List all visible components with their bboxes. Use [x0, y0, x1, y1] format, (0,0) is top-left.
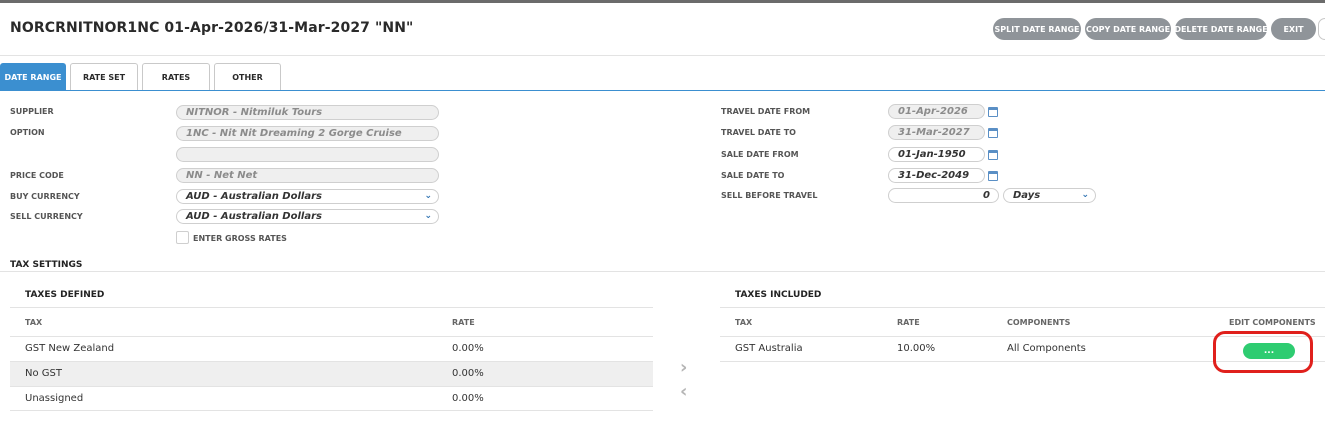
buy-currency-select[interactable]: AUD - Australian Dollars ⌄ [176, 189, 439, 204]
sell-before-travel-input[interactable]: 0 [888, 188, 999, 203]
tab-rate-set[interactable]: RATE SET [70, 63, 138, 91]
header-divider [0, 55, 1325, 56]
sell-currency-select[interactable]: AUD - Australian Dollars ⌄ [176, 209, 439, 224]
tax-name: GST Australia [735, 343, 803, 354]
taxes-defined-rate-header: RATE [452, 318, 475, 327]
calendar-icon[interactable] [988, 171, 998, 181]
sale-date-from-label: SALE DATE FROM [721, 150, 799, 159]
calendar-icon[interactable] [988, 150, 998, 160]
tax-name: GST New Zealand [25, 343, 115, 354]
enter-gross-rates-checkbox[interactable] [176, 231, 189, 244]
row-divider [10, 386, 653, 387]
option-field: 1NC - Nit Nit Dreaming 2 Gorge Cruise [176, 126, 439, 141]
taxes-included-edit-header: EDIT COMPONENTS [1229, 318, 1316, 327]
chevron-down-icon: ⌄ [424, 211, 432, 221]
row-divider [10, 410, 653, 411]
taxes-included-divider [720, 307, 1325, 308]
page-title: NORCRNITNOR1NC 01-Apr-2026/31-Mar-2027 "… [10, 20, 414, 36]
tab-rates[interactable]: RATES [142, 63, 210, 91]
toolbar-overflow-button[interactable] [1318, 18, 1325, 40]
calendar-icon[interactable] [988, 128, 998, 138]
chevron-down-icon: ⌄ [424, 191, 432, 201]
split-date-range-button[interactable]: SPLIT DATE RANGE [993, 18, 1081, 40]
sale-date-to-label: SALE DATE TO [721, 171, 785, 180]
enter-gross-rates-label: ENTER GROSS RATES [193, 234, 287, 243]
taxes-included-components-header: COMPONENTS [1007, 318, 1071, 327]
sale-date-from-input[interactable]: 01-Jan-1950 [888, 147, 985, 162]
sell-currency-value: AUD - Australian Dollars [186, 211, 322, 222]
sell-before-travel-label: SELL BEFORE TRAVEL [721, 191, 818, 200]
taxes-included-rate-header: RATE [897, 318, 920, 327]
tab-other[interactable]: OTHER [214, 63, 281, 91]
red-highlight-annotation [1213, 331, 1313, 373]
buy-currency-label: BUY CURRENCY [10, 192, 80, 201]
sell-before-unit-select[interactable]: Days ⌄ [1003, 188, 1096, 203]
buy-currency-value: AUD - Australian Dollars [186, 191, 322, 202]
tax-rate: 10.00% [897, 343, 936, 354]
exit-button[interactable]: EXIT [1271, 18, 1316, 40]
calendar-icon[interactable] [988, 107, 998, 117]
sell-currency-label: SELL CURRENCY [10, 212, 83, 221]
sell-before-unit-value: Days [1013, 190, 1041, 201]
top-strip [0, 0, 1325, 3]
price-code-label: PRICE CODE [10, 171, 64, 180]
delete-date-range-button[interactable]: DELETE DATE RANGE [1174, 18, 1268, 40]
tax-components: All Components [1007, 343, 1086, 354]
tax-settings-title: TAX SETTINGS [10, 260, 83, 270]
option-extra-field [176, 147, 439, 162]
taxes-defined-tax-header: TAX [25, 318, 43, 327]
tax-name: No GST [25, 368, 62, 379]
price-code-field: NN - Net Net [176, 168, 439, 183]
sale-date-to-input[interactable]: 31-Dec-2049 [888, 168, 985, 183]
toolbar: SPLIT DATE RANGE COPY DATE RANGE DELETE … [993, 18, 1316, 40]
chevron-down-icon: ⌄ [1081, 190, 1089, 200]
taxes-defined-header-divider [10, 336, 653, 337]
tax-settings-divider [0, 271, 1325, 272]
travel-date-from-field: 01-Apr-2026 [888, 104, 985, 119]
copy-date-range-button[interactable]: COPY DATE RANGE [1085, 18, 1171, 40]
taxes-included-tax-header: TAX [735, 318, 753, 327]
table-row[interactable] [10, 362, 653, 386]
taxes-included-title: TAXES INCLUDED [735, 290, 822, 300]
supplier-label: SUPPLIER [10, 107, 54, 116]
tab-underline [0, 90, 1325, 91]
tax-rate: 0.00% [452, 393, 484, 404]
tax-rate: 0.00% [452, 368, 484, 379]
taxes-defined-title: TAXES DEFINED [25, 290, 105, 300]
travel-date-to-field: 31-Mar-2027 [888, 125, 985, 140]
chevron-right-icon[interactable]: › [680, 357, 687, 378]
tax-rate: 0.00% [452, 343, 484, 354]
travel-date-to-label: TRAVEL DATE TO [721, 128, 796, 137]
tax-name: Unassigned [25, 393, 84, 404]
supplier-field: NITNOR - Nitmiluk Tours [176, 105, 439, 120]
tab-date-range[interactable]: DATE RANGE [0, 63, 66, 91]
option-label: OPTION [10, 128, 45, 137]
chevron-left-icon[interactable]: ‹ [680, 381, 687, 402]
tab-bar: DATE RANGE RATE SET RATES OTHER [0, 63, 285, 91]
travel-date-from-label: TRAVEL DATE FROM [721, 107, 811, 116]
taxes-defined-divider [10, 307, 653, 308]
